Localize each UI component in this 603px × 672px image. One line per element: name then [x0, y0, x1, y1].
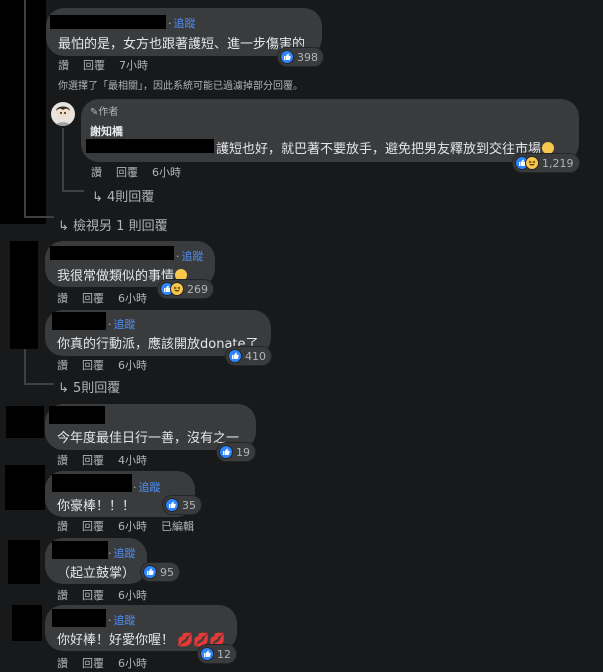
- reaction-count[interactable]: 269: [158, 280, 213, 298]
- thread-connector: [24, 216, 54, 218]
- redacted-avatar: [8, 540, 40, 584]
- reply-button[interactable]: 回覆: [82, 292, 104, 305]
- thread-line: [24, 349, 26, 385]
- redacted-name: [52, 312, 106, 330]
- like-button[interactable]: 讚: [57, 589, 68, 602]
- timestamp[interactable]: 6小時: [118, 657, 147, 670]
- redacted-name: [50, 15, 166, 29]
- redacted-avatar: [0, 0, 46, 224]
- comment-text: （起立鼓掌）: [57, 566, 136, 581]
- like-reaction-icon: [200, 647, 214, 661]
- view-replies-link[interactable]: ↳ 4則回覆: [92, 186, 154, 205]
- view-more-replies-link[interactable]: ↳ 檢視另 1 則回覆: [58, 215, 168, 234]
- author-badge: ✎作者: [90, 107, 119, 118]
- author-avatar[interactable]: [51, 102, 75, 126]
- reply-button[interactable]: 回覆: [83, 59, 105, 72]
- timestamp[interactable]: 4小時: [118, 454, 147, 467]
- redacted-avatar: [6, 406, 44, 438]
- comment-actions: 讚 回覆 4小時: [57, 452, 161, 468]
- reply-arrow-icon: ↳: [92, 190, 108, 205]
- redacted-avatar: [12, 605, 42, 641]
- comment-text: 今年度最佳日行一善，沒有之一: [57, 431, 240, 446]
- thread-connector: [24, 383, 54, 385]
- timestamp[interactable]: 6小時: [118, 520, 147, 533]
- reaction-count[interactable]: 35: [163, 496, 201, 514]
- reply-button[interactable]: 回覆: [116, 166, 138, 179]
- redacted-avatar: [5, 465, 45, 510]
- follow-link[interactable]: · 追蹤: [108, 612, 136, 628]
- follow-link[interactable]: · 追蹤: [168, 15, 196, 31]
- reply-button[interactable]: 回覆: [82, 359, 104, 372]
- like-reaction-icon: [165, 498, 179, 512]
- like-button[interactable]: 讚: [58, 59, 69, 72]
- comment-actions: 讚 回覆 6小時: [57, 655, 161, 671]
- thread-line: [24, 0, 26, 218]
- comment-actions: 讚 回覆 6小時 已編輯: [57, 518, 208, 534]
- reaction-count[interactable]: 398: [278, 48, 323, 66]
- reaction-count[interactable]: 410: [226, 347, 271, 365]
- comment-text: 最怕的是，女方也跟著護短、進一步傷害的: [58, 37, 306, 52]
- reply-arrow-icon: ↳: [58, 381, 74, 396]
- like-reaction-icon: [219, 445, 233, 459]
- reaction-count[interactable]: 95: [141, 563, 179, 581]
- reaction-count[interactable]: 19: [217, 443, 255, 461]
- edited-label: 已編輯: [161, 520, 194, 533]
- like-button[interactable]: 讚: [57, 520, 68, 533]
- filter-notice: 你選擇了「最相關」，因此系統可能已過濾掉部分回覆。: [58, 81, 303, 92]
- like-reaction-icon: [143, 565, 157, 579]
- comment-actions: 讚 回覆 7小時: [58, 57, 162, 73]
- timestamp[interactable]: 7小時: [119, 59, 148, 72]
- sweat-smile-emoji: [542, 142, 555, 154]
- like-button[interactable]: 讚: [57, 359, 68, 372]
- like-reaction-icon: [228, 349, 242, 363]
- comment-text: 護短也好，就巴著不要放手，避免把男友釋放到交往市場: [216, 138, 555, 157]
- comment-text: 你豪棒！！！: [57, 499, 136, 514]
- reply-thread-connector: [62, 190, 84, 192]
- like-button[interactable]: 讚: [57, 454, 68, 467]
- timestamp[interactable]: 6小時: [152, 166, 181, 179]
- redacted-name: [52, 474, 132, 492]
- reply-button[interactable]: 回覆: [82, 657, 104, 670]
- like-button[interactable]: 讚: [91, 166, 102, 179]
- redacted-name: [49, 406, 105, 424]
- redacted-mention: [86, 139, 214, 153]
- like-reaction-icon: [280, 50, 294, 64]
- timestamp[interactable]: 6小時: [118, 292, 147, 305]
- follow-link[interactable]: · 追蹤: [108, 545, 136, 561]
- redacted-name: [50, 246, 174, 260]
- reply-button[interactable]: 回覆: [82, 589, 104, 602]
- reply-button[interactable]: 回覆: [82, 520, 104, 533]
- like-button[interactable]: 讚: [57, 657, 68, 670]
- reaction-count[interactable]: 12: [198, 645, 236, 663]
- like-button[interactable]: 讚: [57, 292, 68, 305]
- reply-arrow-icon: ↳: [58, 219, 74, 234]
- reply-thread-line: [62, 128, 64, 192]
- timestamp[interactable]: 6小時: [118, 589, 147, 602]
- redacted-avatar: [10, 241, 38, 349]
- reaction-count[interactable]: 1,219: [513, 154, 579, 172]
- redacted-name: [52, 609, 106, 627]
- comment-actions: 讚 回覆 6小時: [57, 587, 161, 603]
- redacted-name: [52, 541, 108, 559]
- author-name[interactable]: 謝知橋: [90, 123, 123, 139]
- haha-reaction-icon: [170, 282, 184, 296]
- follow-link[interactable]: · 追蹤: [108, 316, 136, 332]
- timestamp[interactable]: 6小時: [118, 359, 147, 372]
- comment-text: 你好棒！好愛你喔！ 💋💋💋: [57, 633, 226, 648]
- follow-link[interactable]: · 追蹤: [176, 248, 204, 264]
- view-replies-link[interactable]: ↳ 5則回覆: [58, 377, 120, 396]
- comment-actions: 讚 回覆 6小時: [57, 357, 161, 373]
- reply-button[interactable]: 回覆: [82, 454, 104, 467]
- follow-link[interactable]: · 追蹤: [133, 479, 161, 495]
- haha-reaction-icon: [525, 156, 539, 170]
- comment-actions: 讚 回覆 6小時: [91, 164, 195, 180]
- comment-actions: 讚 回覆 6小時: [57, 290, 161, 306]
